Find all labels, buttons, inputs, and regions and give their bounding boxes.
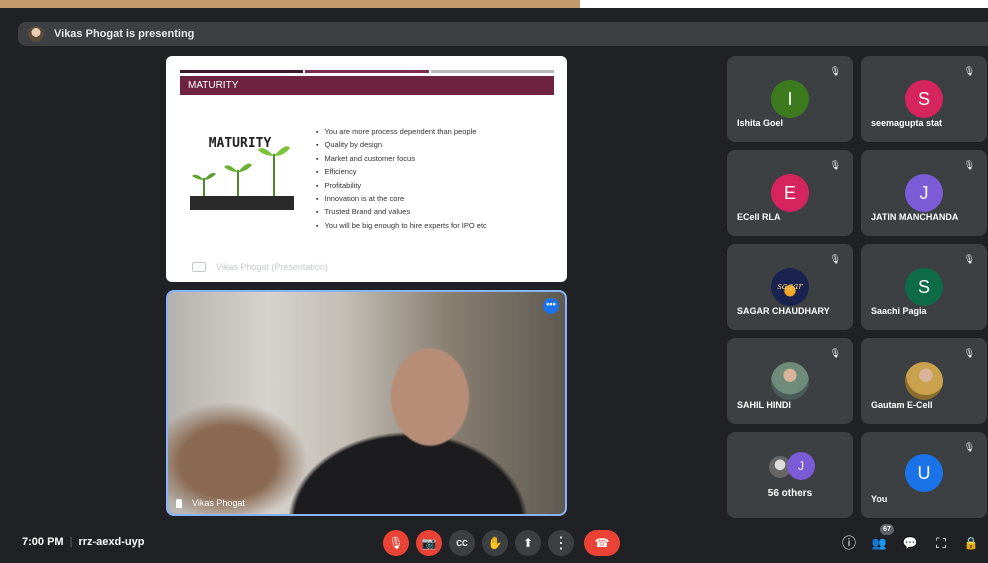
slide-title-band: MATURITY bbox=[180, 76, 554, 95]
mic-toggle-button[interactable]: 🎙 bbox=[383, 530, 409, 556]
participant-name: JATIN MANCHANDA bbox=[871, 212, 959, 222]
tile-more-options-button[interactable]: ••• bbox=[543, 298, 559, 314]
host-controls-button[interactable]: 🔒 bbox=[960, 532, 982, 554]
slide-bullet: Innovation is at the core bbox=[316, 193, 487, 206]
slide-bullet: Efficiency bbox=[316, 166, 487, 179]
info-icon: ⓘ bbox=[842, 535, 856, 551]
host-lock-icon: 🔒 bbox=[963, 536, 979, 550]
mic-off-icon: 🎙 bbox=[963, 66, 975, 76]
captions-button[interactable]: CC bbox=[449, 530, 475, 556]
captions-icon: CC bbox=[456, 538, 468, 548]
main-video-name-tag: Vikas Phogat bbox=[176, 498, 245, 508]
participant-name: SAHIL HINDI bbox=[737, 400, 791, 410]
mic-off-icon: 🎙 bbox=[963, 348, 975, 358]
participant-name: You bbox=[871, 494, 888, 504]
more-options-button[interactable]: ⋮ bbox=[548, 530, 574, 556]
participant-name: SAGAR CHAUDHARY bbox=[737, 306, 830, 316]
participant-name: Ishita Goel bbox=[737, 118, 784, 128]
slide-bullet: Market and customer focus bbox=[316, 153, 487, 166]
slide-bullet: You will be big enough to hire experts f… bbox=[316, 220, 486, 233]
avatar: U bbox=[905, 454, 943, 492]
participant-tile[interactable]: 🎙 S seemagupta stat bbox=[861, 56, 987, 142]
avatar: S bbox=[905, 80, 943, 118]
mic-off-icon: 🎙 bbox=[829, 66, 841, 76]
meeting-code: rrz-aexd-uyp bbox=[78, 536, 145, 548]
chat-icon: 💬 bbox=[902, 536, 918, 550]
raise-hand-button[interactable]: ✋ bbox=[482, 530, 508, 556]
presentation-slide: MATURITY MATURITY You are more process d… bbox=[166, 56, 567, 282]
mic-off-icon: 🎙 bbox=[829, 254, 841, 264]
avatar-photo: sagar bbox=[771, 268, 809, 306]
window-top-strip bbox=[0, 0, 988, 8]
activities-button[interactable]: ⛶ bbox=[930, 532, 952, 554]
people-count-badge: 67 bbox=[880, 524, 894, 535]
participant-name: ECell RLA bbox=[737, 212, 781, 222]
avatar-photo bbox=[905, 362, 943, 400]
slide-rule bbox=[305, 70, 429, 73]
others-count-label: 56 others bbox=[767, 488, 813, 499]
participant-name: seemagupta stat bbox=[871, 118, 943, 128]
mic-off-icon: 🎙 bbox=[963, 254, 975, 264]
leave-call-button[interactable]: ☎ bbox=[584, 530, 620, 556]
people-icon: 👥 bbox=[871, 536, 887, 550]
clock-time: 7:00 PM bbox=[22, 536, 64, 548]
slide-footer-text: Vikas Phogat (Presentation) bbox=[216, 262, 328, 272]
participant-tile[interactable]: 🎙 E ECell RLA bbox=[727, 150, 853, 236]
bottom-toolbar: 7:00 PM | rrz-aexd-uyp 🎙 📷 CC ✋ ⬆ ⋮ ☎ ⓘ 👥 … bbox=[0, 524, 988, 560]
main-video-tile[interactable]: ••• Vikas Phogat bbox=[166, 290, 567, 516]
avatar: J bbox=[905, 174, 943, 212]
slide-rule bbox=[430, 70, 554, 73]
end-call-icon: ☎ bbox=[594, 536, 610, 550]
slide-bullet: You are more process dependent than peop… bbox=[316, 126, 487, 139]
participant-name: Gautam E-Cell bbox=[871, 400, 933, 410]
participant-tile[interactable]: 🎙 J JATIN MANCHANDA bbox=[861, 150, 987, 236]
participant-tile[interactable]: 🎙 sagar SAGAR CHAUDHARY bbox=[727, 244, 853, 330]
mic-off-icon: 🎙 bbox=[829, 348, 841, 358]
presentation-screen-icon bbox=[192, 262, 206, 272]
more-vert-icon: ⋮ bbox=[553, 535, 569, 552]
self-tile[interactable]: 🎙 U You bbox=[861, 432, 987, 518]
pin-icon bbox=[176, 498, 182, 508]
seedlings-illustration bbox=[190, 146, 294, 210]
slide-bullet: Profitability bbox=[316, 180, 487, 193]
mic-off-icon: 🎙 bbox=[829, 160, 841, 170]
separator: | bbox=[69, 536, 73, 548]
avatar: J bbox=[787, 452, 815, 480]
meeting-info: 7:00 PM | rrz-aexd-uyp bbox=[22, 536, 144, 548]
participant-tile[interactable]: 🎙 SAHIL HINDI bbox=[727, 338, 853, 424]
avatar: E bbox=[771, 174, 809, 212]
slide-title: MATURITY bbox=[188, 80, 239, 91]
participant-tile[interactable]: 🎙 S Saachi Pagia bbox=[861, 244, 987, 330]
main-video-name: Vikas Phogat bbox=[192, 498, 245, 508]
slide-rule bbox=[180, 70, 304, 73]
others-tile[interactable]: J 56 others bbox=[727, 432, 853, 518]
present-icon: ⬆ bbox=[522, 536, 534, 550]
presenting-banner: Vikas Phogat is presenting bbox=[18, 22, 988, 46]
mic-off-icon: 🎙 bbox=[963, 442, 975, 452]
avatar: I bbox=[771, 80, 809, 118]
hand-icon: ✋ bbox=[487, 536, 503, 550]
mic-off-icon: 🎙 bbox=[963, 160, 975, 170]
slide-presenter-footer: Vikas Phogat (Presentation) bbox=[192, 262, 328, 272]
participant-tile[interactable]: 🎙 I Ishita Goel bbox=[727, 56, 853, 142]
slide-bullet: Trusted Brand and values bbox=[316, 206, 487, 219]
camera-off-icon: 📷 bbox=[421, 536, 437, 550]
window-top-accent bbox=[0, 0, 580, 8]
avatar: S bbox=[905, 268, 943, 306]
slide-top-rules bbox=[180, 70, 554, 73]
meeting-details-button[interactable]: ⓘ bbox=[838, 532, 860, 554]
avatar-photo bbox=[771, 362, 809, 400]
present-now-button[interactable]: ⬆ bbox=[515, 530, 541, 556]
mic-off-icon: 🎙 bbox=[388, 536, 404, 550]
participant-name: Saachi Pagia bbox=[871, 306, 927, 316]
slide-bullet: Quality by design bbox=[316, 139, 487, 152]
presenting-banner-text: Vikas Phogat is presenting bbox=[54, 28, 195, 40]
camera-toggle-button[interactable]: 📷 bbox=[416, 530, 442, 556]
people-button[interactable]: 👥 bbox=[868, 532, 890, 554]
presenter-avatar bbox=[28, 26, 44, 42]
participant-tile[interactable]: 🎙 Gautam E-Cell bbox=[861, 338, 987, 424]
chat-button[interactable]: 💬 bbox=[899, 532, 921, 554]
activities-icon: ⛶ bbox=[936, 534, 946, 551]
slide-bullet-list: You are more process dependent than peop… bbox=[316, 126, 487, 233]
